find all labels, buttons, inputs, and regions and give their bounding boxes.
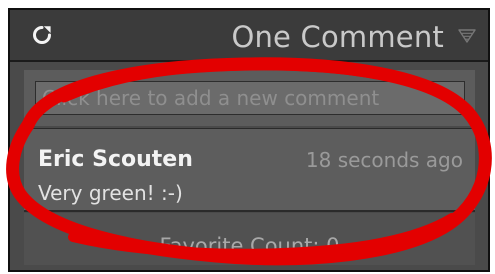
screenshot-frame: One Comment Eric Scouten 18 seconds ago … — [0, 0, 495, 274]
comment-item: Eric Scouten 18 seconds ago Very green! … — [24, 128, 475, 212]
collapse-triangle-icon[interactable] — [458, 28, 476, 44]
comment-author: Eric Scouten — [38, 147, 193, 172]
comments-header: One Comment — [10, 10, 488, 62]
comment-input-container — [24, 70, 475, 126]
comment-timestamp: 18 seconds ago — [305, 148, 463, 172]
comment-text: Very green! :-) — [38, 181, 183, 205]
favorite-count-row: Favorite Count: 0 — [24, 213, 475, 265]
refresh-icon[interactable] — [30, 23, 54, 47]
comments-title: One Comment — [231, 20, 444, 54]
favorite-count-label: Favorite Count: 0 — [159, 234, 340, 258]
comments-panel: One Comment Eric Scouten 18 seconds ago … — [8, 8, 490, 272]
new-comment-input[interactable] — [35, 81, 465, 115]
